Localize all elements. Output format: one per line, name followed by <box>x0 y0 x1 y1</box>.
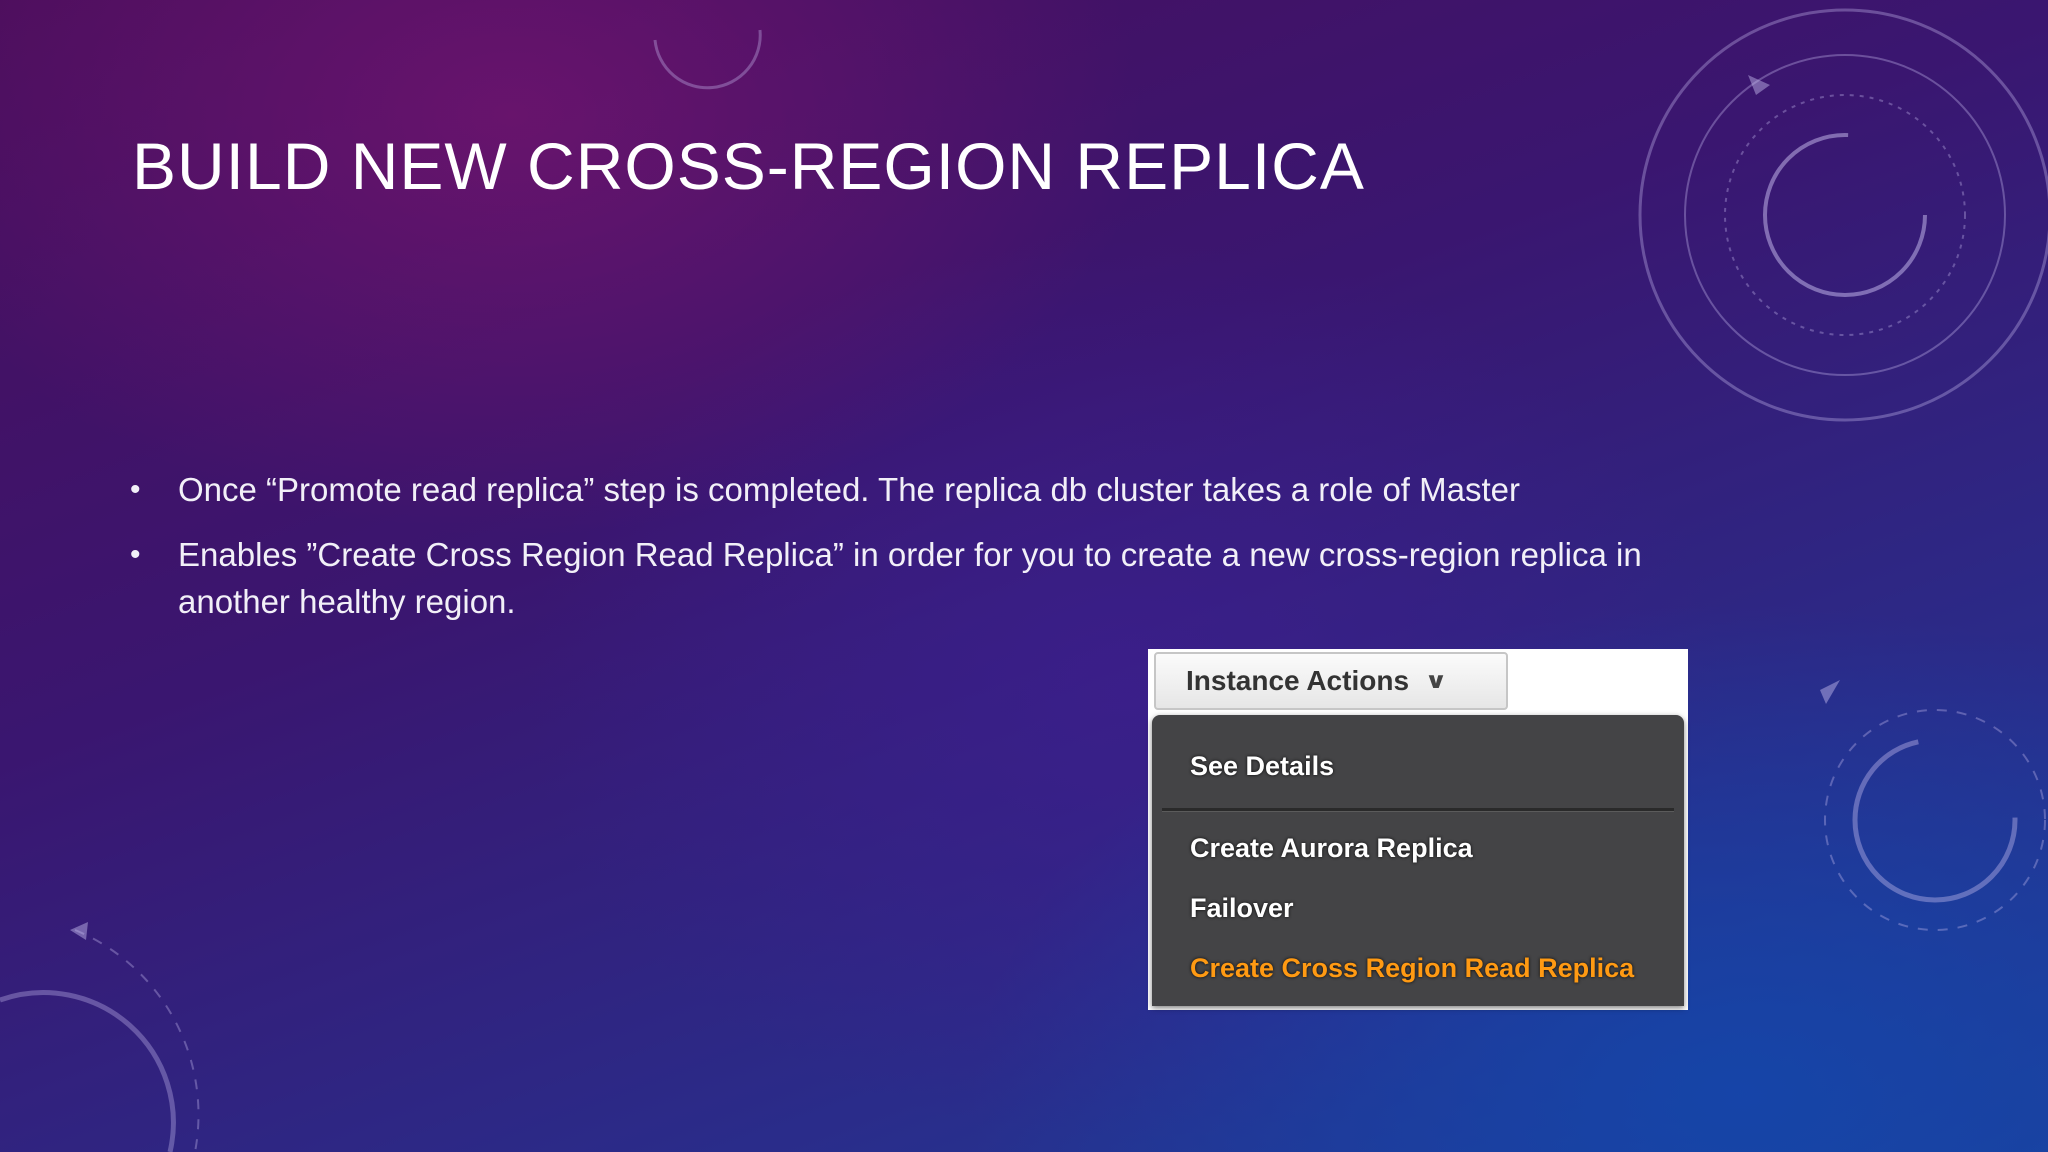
bullet-glyph: • <box>130 473 141 506</box>
bullet-list: • Once “Promote read replica” step is co… <box>130 466 1730 643</box>
chevron-down-icon: ∨ <box>1424 668 1448 693</box>
instance-actions-button[interactable]: Instance Actions ∨ <box>1154 652 1508 710</box>
instance-actions-menu: See Details Create Aurora Replica Failov… <box>1152 715 1684 1006</box>
menu-item-failover[interactable]: Failover <box>1190 893 1294 924</box>
menu-separator <box>1162 808 1674 812</box>
bullet-text: Once “Promote read replica” step is comp… <box>178 471 1520 508</box>
slide-title: BUILD NEW CROSS-REGION REPLICA <box>132 129 1365 203</box>
bullet-item: • Once “Promote read replica” step is co… <box>130 466 1730 513</box>
bullet-glyph: • <box>130 538 141 571</box>
instance-actions-screenshot: Instance Actions ∨ See Details Create Au… <box>1148 649 1688 1010</box>
instance-actions-label: Instance Actions <box>1186 665 1410 696</box>
bullet-text: Enables ”Create Cross Region Read Replic… <box>178 536 1642 620</box>
menu-item-create-aurora-replica[interactable]: Create Aurora Replica <box>1190 833 1473 864</box>
bullet-item: • Enables ”Create Cross Region Read Repl… <box>130 531 1730 625</box>
menu-item-create-cross-region-read-replica[interactable]: Create Cross Region Read Replica <box>1190 953 1634 984</box>
menu-item-see-details[interactable]: See Details <box>1190 751 1334 782</box>
